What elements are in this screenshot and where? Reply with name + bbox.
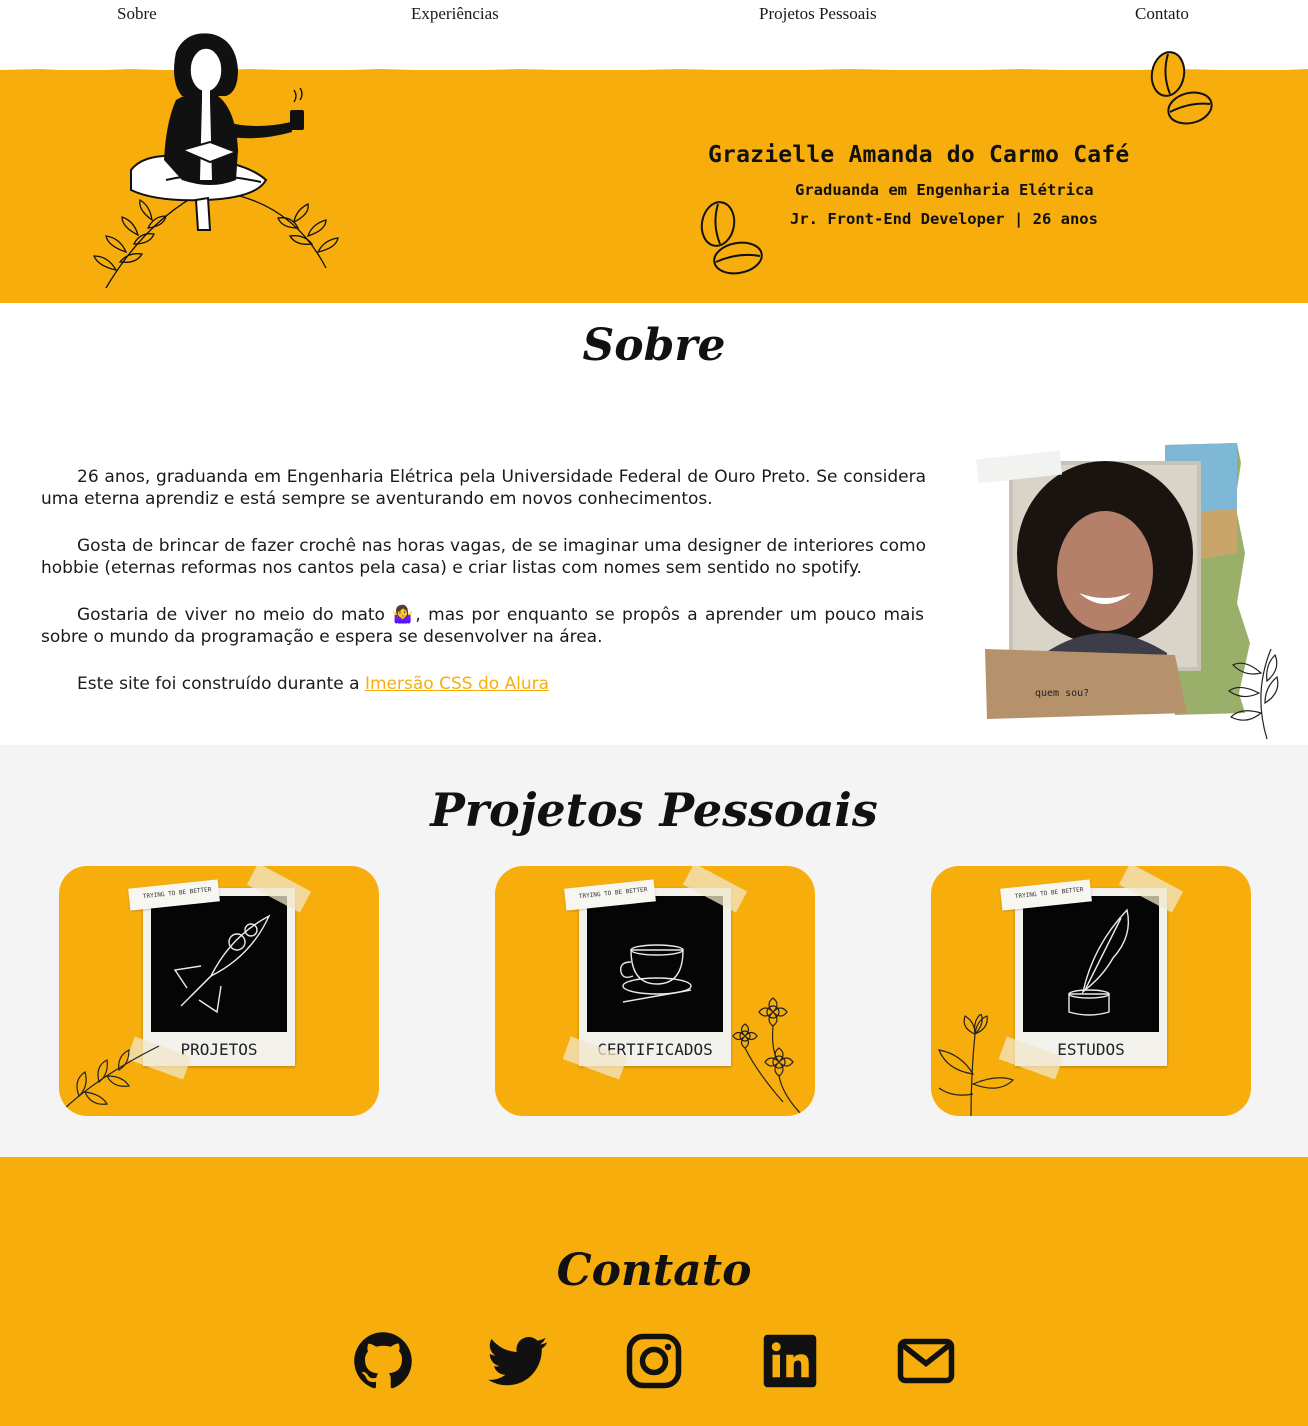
projects-section: Projetos Pessoais PROJETOS TRYING TO BE … <box>0 745 1308 1157</box>
project-card-certificados[interactable]: CERTIFICADOS TRYING TO BE BETTER <box>495 866 815 1116</box>
hero-subtitle-degree: Graduanda em Engenharia Elétrica <box>795 181 1094 199</box>
profile-photo: quem sou? <box>975 443 1279 740</box>
instagram-icon[interactable] <box>624 1331 684 1391</box>
nav-link-sobre[interactable]: Sobre <box>117 4 157 24</box>
about-paragraph: Gosta de brincar de fazer crochê nas hor… <box>41 536 926 578</box>
nav-link-experiencias[interactable]: Experiências <box>411 4 499 24</box>
about-credit-text: Este site foi construído durante a <box>77 674 365 694</box>
coffee-cup-icon <box>587 896 723 1032</box>
alura-link[interactable]: Imersão CSS do Alura <box>365 674 549 694</box>
nav-link-contato[interactable]: Contato <box>1135 4 1189 24</box>
flower-drawing <box>938 1014 1015 1116</box>
photo-caption: quem sou? <box>1035 688 1089 699</box>
rocket-icon <box>151 896 287 1032</box>
about-credit: Este site foi construído durante a Imers… <box>41 673 926 695</box>
hero-subtitle-role: Jr. Front-End Developer | 26 anos <box>790 210 1098 228</box>
polaroid-frame: CERTIFICADOS <box>579 888 731 1066</box>
hero-banner: Grazielle Amanda do Carmo Café Graduanda… <box>0 33 1308 303</box>
quill-ink-icon <box>1023 896 1159 1032</box>
girl-reading-illustration <box>93 33 339 289</box>
project-card-estudos[interactable]: ESTUDOS TRYING TO BE BETTER <box>931 866 1251 1116</box>
about-text: 26 anos, graduanda em Engenharia Elétric… <box>41 466 926 695</box>
twitter-icon[interactable] <box>488 1331 548 1391</box>
projects-title: Projetos Pessoais <box>430 783 878 837</box>
coffee-beans-icon <box>1150 51 1213 125</box>
coffee-beans-icon <box>700 201 763 275</box>
contact-title: Contato <box>556 1245 752 1296</box>
nav-link-projetos-pessoais[interactable]: Projetos Pessoais <box>759 4 877 24</box>
profile-photo-collage: quem sou? <box>975 443 1285 743</box>
about-paragraph: 26 anos, graduanda em Engenharia Elétric… <box>41 467 926 509</box>
about-title: Sobre <box>582 320 726 371</box>
about-paragraph: Gostaria de viver no meio do mato 🤷‍♀️, … <box>41 605 925 647</box>
linkedin-icon[interactable] <box>760 1331 820 1391</box>
hero-name: Grazielle Amanda do Carmo Café <box>708 142 1130 168</box>
github-icon[interactable] <box>353 1331 413 1391</box>
project-card-projetos[interactable]: PROJETOS TRYING TO BE BETTER <box>59 866 379 1116</box>
flower-drawing <box>732 997 804 1116</box>
leaf-drawing <box>62 1045 160 1111</box>
polaroid-frame: ESTUDOS <box>1015 888 1167 1066</box>
email-icon[interactable] <box>896 1331 956 1391</box>
